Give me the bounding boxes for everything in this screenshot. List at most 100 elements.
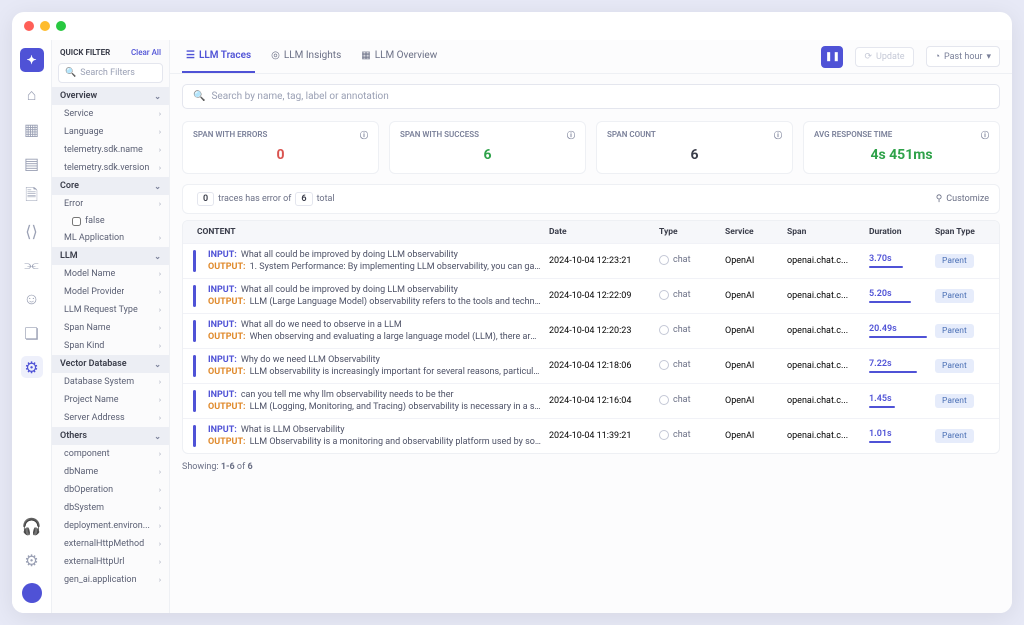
filter-item[interactable]: deployment.environ...› (52, 517, 169, 535)
col-span[interactable]: Span (783, 227, 865, 237)
filter-section-vector-database[interactable]: Vector Database⌄ (52, 355, 169, 373)
chevron-right-icon: › (159, 396, 161, 404)
filter-item[interactable]: component› (52, 445, 169, 463)
info-icon[interactable]: ⓘ (774, 130, 782, 141)
cell-span: openai.chat.c... (783, 361, 865, 371)
main-panel: ☰LLM Traces ◎LLM Insights ▦LLM Overview … (170, 40, 1012, 613)
filter-checkbox-false[interactable]: false (52, 213, 169, 229)
chevron-right-icon: › (159, 110, 161, 118)
filter-item[interactable]: Error› (52, 195, 169, 213)
rail-bot-icon[interactable]: ☺ (21, 288, 43, 310)
filter-search-input[interactable]: 🔍 Search Filters (58, 63, 163, 83)
info-icon[interactable]: ⓘ (981, 130, 989, 141)
chevron-right-icon: › (159, 164, 161, 172)
rail-page-icon[interactable]: ▤ (21, 152, 43, 174)
app-logo[interactable]: ✦ (20, 48, 44, 72)
tab-llm-traces[interactable]: ☰LLM Traces (182, 40, 255, 73)
cell-type: chat (659, 430, 691, 440)
user-avatar[interactable] (22, 583, 42, 603)
filter-item[interactable]: Language› (52, 123, 169, 141)
filter-section-others[interactable]: Others⌄ (52, 427, 169, 445)
rail-settings-icon[interactable]: ⚙ (21, 549, 43, 571)
cell-type: chat (659, 395, 691, 405)
chevron-right-icon: › (159, 486, 161, 494)
chevron-right-icon: › (159, 450, 161, 458)
filter-section-overview[interactable]: Overview⌄ (52, 87, 169, 105)
filter-item[interactable]: Model Provider› (52, 283, 169, 301)
col-duration[interactable]: Duration (865, 227, 931, 237)
rail-gear-icon[interactable]: ⚙ (21, 356, 43, 378)
rail-graph-icon[interactable]: ⫘ (21, 254, 43, 276)
stat-errors-value: 0 (193, 141, 368, 165)
row-accent-bar (193, 355, 196, 377)
stat-rt-value: 4s 451ms (814, 141, 989, 165)
filter-item[interactable]: externalHttpMethod› (52, 535, 169, 553)
rail-home-icon[interactable]: ⌂ (21, 84, 43, 106)
chat-icon (659, 325, 669, 335)
chevron-down-icon: ⌄ (154, 182, 161, 191)
clear-all-link[interactable]: Clear All (131, 48, 161, 57)
filter-item[interactable]: Project Name› (52, 391, 169, 409)
customize-button[interactable]: ⚲Customize (936, 194, 989, 204)
col-content[interactable]: CONTENT (193, 227, 545, 237)
filter-item[interactable]: Service› (52, 105, 169, 123)
cell-service: OpenAI (721, 291, 783, 301)
col-span-type[interactable]: Span Type (931, 227, 989, 237)
time-range-selector[interactable]: ◔Past hour▾ (926, 46, 1000, 67)
filter-item[interactable]: Server Address› (52, 409, 169, 427)
filter-item[interactable]: LLM Request Type› (52, 301, 169, 319)
input-label: INPUT: (208, 390, 237, 400)
cell-service: OpenAI (721, 431, 783, 441)
rail-dashboard-icon[interactable]: ▦ (21, 118, 43, 140)
update-button[interactable]: ⟳Update (855, 47, 913, 67)
filter-item[interactable]: Span Kind› (52, 337, 169, 355)
filter-item[interactable]: gen_ai.application› (52, 571, 169, 589)
filter-section-core[interactable]: Core⌄ (52, 177, 169, 195)
filter-item[interactable]: Model Name› (52, 265, 169, 283)
rail-cube-icon[interactable]: ❏ (21, 322, 43, 344)
tab-llm-overview[interactable]: ▦LLM Overview (357, 40, 441, 73)
table-row[interactable]: INPUT:What all do we need to observe in … (183, 313, 999, 348)
tab-llm-insights[interactable]: ◎LLM Insights (267, 40, 345, 73)
window-close-dot[interactable] (24, 21, 34, 31)
info-icon[interactable]: ⓘ (360, 130, 368, 141)
rail-headset-icon[interactable]: 🎧 (21, 515, 43, 537)
chevron-right-icon: › (159, 200, 161, 208)
filter-item[interactable]: telemetry.sdk.version› (52, 159, 169, 177)
info-icon[interactable]: ⓘ (567, 130, 575, 141)
filter-item[interactable]: Database System› (52, 373, 169, 391)
eye-icon: ◎ (271, 50, 280, 61)
pause-button[interactable]: ❚❚ (821, 46, 843, 68)
filter-item[interactable]: externalHttpUrl› (52, 553, 169, 571)
row-accent-bar (193, 320, 196, 342)
cell-type: chat (659, 360, 691, 370)
filter-item[interactable]: Span Name› (52, 319, 169, 337)
filter-item[interactable]: telemetry.sdk.name› (52, 141, 169, 159)
window-maximize-dot[interactable] (56, 21, 66, 31)
cell-service: OpenAI (721, 256, 783, 266)
col-service[interactable]: Service (721, 227, 783, 237)
rail-doc-icon[interactable]: 🗎 (21, 186, 43, 208)
filter-item[interactable]: ML Application› (52, 229, 169, 247)
table-row[interactable]: INPUT:What all could be improved by doin… (183, 278, 999, 313)
col-date[interactable]: Date (545, 227, 655, 237)
filter-item[interactable]: dbName› (52, 463, 169, 481)
input-label: INPUT: (208, 320, 237, 330)
filter-item[interactable]: dbOperation› (52, 481, 169, 499)
col-type[interactable]: Type (655, 227, 721, 237)
filter-item[interactable]: dbSystem› (52, 499, 169, 517)
output-label: OUTPUT: (208, 332, 246, 342)
table-row[interactable]: INPUT:can you tell me why llm observabil… (183, 383, 999, 418)
table-row[interactable]: INPUT:Why do we need LLM ObservabilityOU… (183, 348, 999, 383)
checkbox[interactable] (72, 217, 81, 226)
trace-search-input[interactable]: 🔍 Search by name, tag, label or annotati… (182, 84, 1000, 109)
search-icon: 🔍 (193, 91, 205, 102)
table-row[interactable]: INPUT:What all could be improved by doin… (183, 243, 999, 278)
filter-section-llm[interactable]: LLM⌄ (52, 247, 169, 265)
rail-code-icon[interactable]: ⟨⟩ (21, 220, 43, 242)
window-minimize-dot[interactable] (40, 21, 50, 31)
chevron-right-icon: › (159, 324, 161, 332)
cell-service: OpenAI (721, 361, 783, 371)
table-row[interactable]: INPUT:What is LLM ObservabilityOUTPUT:LL… (183, 418, 999, 453)
stat-card-rt: AVG RESPONSE TIMEⓘ 4s 451ms (803, 121, 1000, 174)
